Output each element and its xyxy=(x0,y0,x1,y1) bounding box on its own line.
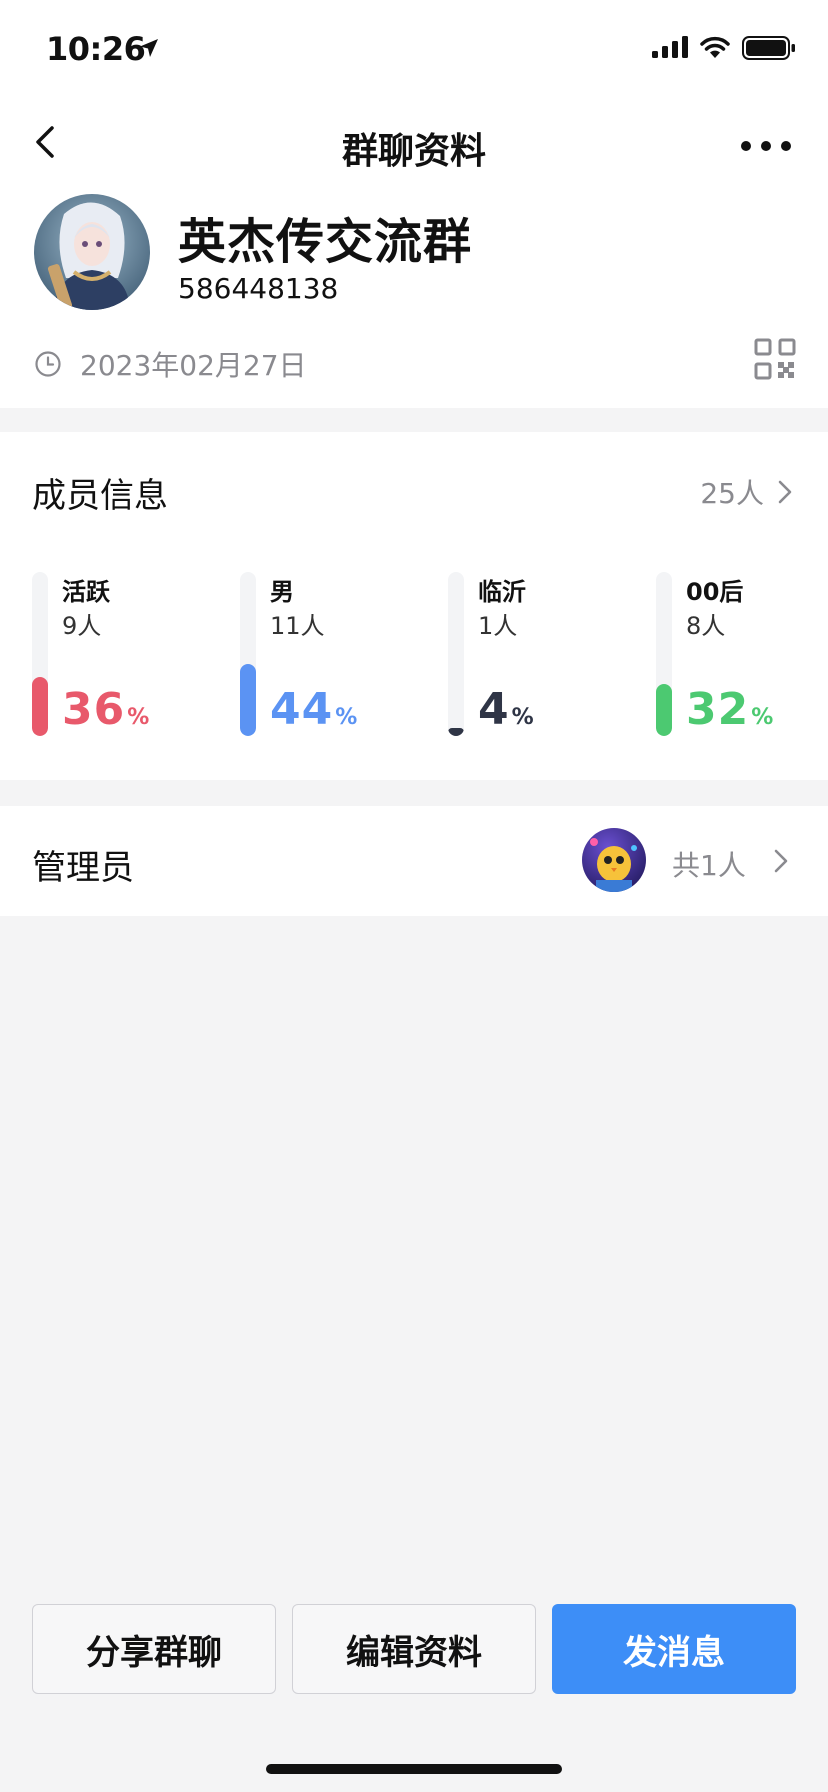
edit-profile-button[interactable]: 编辑资料 xyxy=(292,1604,536,1694)
clock-icon xyxy=(35,351,61,377)
chevron-right-icon xyxy=(778,480,792,504)
member-count: 25人 xyxy=(700,477,764,510)
location-arrow-icon xyxy=(140,39,158,57)
nav-bar: 群聊资料 xyxy=(0,100,828,188)
status-time: 10:26 xyxy=(46,30,146,68)
member-info-title: 成员信息 xyxy=(32,476,168,516)
created-date: 2023年02月27日 xyxy=(80,349,307,382)
group-name: 英杰传交流群 xyxy=(178,214,473,270)
group-profile-header: 英杰传交流群 586448138 2023年02月27日 xyxy=(0,188,828,408)
admin-count: 共1人 xyxy=(672,849,746,882)
more-options-button[interactable] xyxy=(738,126,794,166)
stat-label: 临沂 xyxy=(478,578,526,606)
status-bar: 10:26 xyxy=(0,0,828,100)
stat-count: 8人 xyxy=(686,612,726,640)
stat-count: 11人 xyxy=(270,612,325,640)
created-date-row: 2023年02月27日 xyxy=(34,344,307,384)
stat-percent-unit: % xyxy=(127,705,150,730)
stat-label: 00后 xyxy=(686,578,744,606)
stat-percent: 32% xyxy=(686,684,773,735)
stat-percent-value: 4 xyxy=(478,684,510,735)
home-indicator xyxy=(266,1764,562,1774)
more-dots-icon xyxy=(741,141,791,151)
send-message-button[interactable]: 发消息 xyxy=(552,1604,796,1694)
stat-bar-track xyxy=(32,572,48,736)
battery-icon xyxy=(742,36,795,60)
admin-avatar xyxy=(582,828,646,892)
bottom-action-bar: 分享群聊 编辑资料 发消息 xyxy=(0,1574,828,1792)
screen: 10:26 群聊资料 英杰传交流群 586448138 2023年02月27日 … xyxy=(0,0,828,1792)
stat-percent-value: 36 xyxy=(62,684,126,735)
admin-title: 管理员 xyxy=(32,848,134,888)
stat-label: 男 xyxy=(270,578,294,606)
stat-percent-unit: % xyxy=(511,705,534,730)
stat-percent: 36% xyxy=(62,684,149,735)
member-stat-0: 活跃 9人 36% xyxy=(32,572,212,736)
stat-percent-unit: % xyxy=(751,705,774,730)
stat-bar-fill xyxy=(656,684,672,736)
member-stat-2: 临沂 1人 4% xyxy=(448,572,628,736)
share-group-button[interactable]: 分享群聊 xyxy=(32,1604,276,1694)
cellular-signal-icon xyxy=(652,36,688,58)
stat-percent-unit: % xyxy=(335,705,358,730)
stat-percent-value: 44 xyxy=(270,684,334,735)
member-list-link[interactable]: 25人 xyxy=(700,472,794,512)
group-avatar[interactable] xyxy=(34,194,150,310)
stat-bar-fill xyxy=(240,664,256,736)
stat-bar-fill xyxy=(448,728,464,736)
page-title: 群聊资料 xyxy=(341,131,486,172)
stat-label: 活跃 xyxy=(62,578,110,606)
qr-code-icon[interactable] xyxy=(754,338,796,380)
group-id: 586448138 xyxy=(178,272,339,305)
admin-row[interactable]: 管理员 共1人 xyxy=(0,806,828,916)
chevron-right-icon xyxy=(774,849,788,873)
stat-count: 9人 xyxy=(62,612,102,640)
stat-bar-track xyxy=(448,572,464,736)
stat-percent: 44% xyxy=(270,684,357,735)
stat-percent-value: 32 xyxy=(686,684,750,735)
stat-count: 1人 xyxy=(478,612,518,640)
member-stat-1: 男 11人 44% xyxy=(240,572,420,736)
member-stat-3: 00后 8人 32% xyxy=(656,572,828,736)
wifi-icon xyxy=(700,36,730,58)
stat-bar-fill xyxy=(32,677,48,736)
stat-bar-track xyxy=(240,572,256,736)
stat-bar-track xyxy=(656,572,672,736)
member-info-card: 成员信息 25人 活跃 9人 36% 男 11人 44% 临沂 1人 4% 00后 8人 32% xyxy=(0,432,828,780)
stat-percent: 4% xyxy=(478,684,534,735)
